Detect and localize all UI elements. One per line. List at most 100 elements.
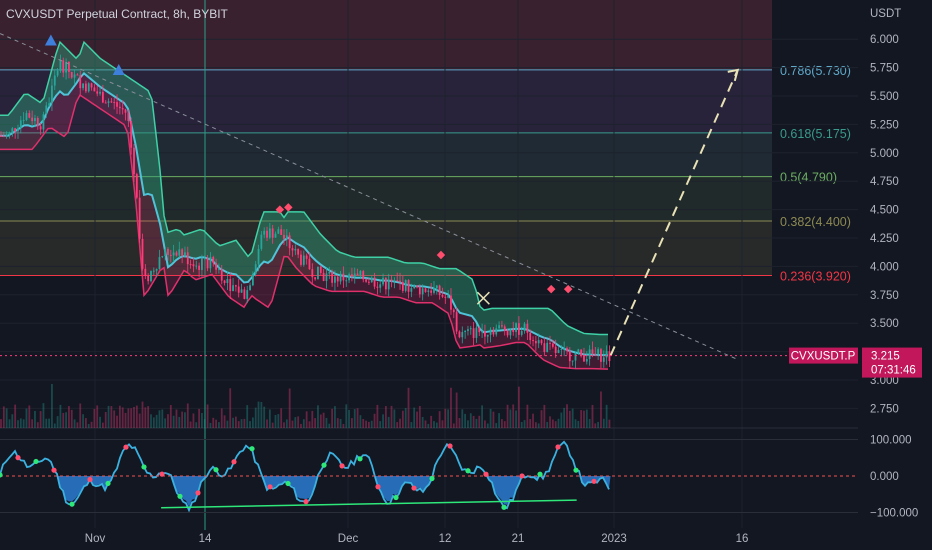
candle-body: [150, 271, 152, 282]
candle-body: [365, 279, 367, 282]
time-tick-label: 12: [439, 533, 452, 545]
candle-body: [127, 112, 130, 121]
candle-body: [8, 132, 11, 135]
candle-body: [121, 108, 124, 110]
candle-body: [246, 290, 249, 299]
volume-bar: [368, 421, 370, 428]
candle-body: [172, 252, 175, 256]
oscillator-dot: [303, 499, 309, 505]
volume-bar: [486, 423, 489, 428]
candle-body: [356, 273, 359, 276]
volume-bar: [492, 411, 495, 428]
volume-bar: [209, 422, 212, 428]
volume-bar: [53, 423, 56, 428]
volume-bar: [79, 403, 82, 428]
candle-body: [266, 230, 268, 238]
volume-bar: [87, 423, 90, 428]
candle-body: [167, 248, 169, 255]
candle-body: [232, 285, 234, 292]
candle-body: [76, 74, 79, 76]
volume-bar: [532, 413, 534, 428]
candle-body: [376, 286, 379, 288]
volume-bar: [498, 413, 500, 428]
candle-body: [438, 285, 441, 296]
volume-bar: [551, 419, 554, 428]
price-tick-label: 4.500: [870, 205, 899, 217]
volume-bar: [384, 406, 387, 428]
candle-body: [19, 120, 22, 129]
volume-bar: [201, 413, 203, 428]
volume-bar: [104, 411, 107, 428]
volume-bar: [141, 401, 144, 428]
candle-body: [42, 114, 45, 130]
oscillator-dot: [483, 471, 489, 477]
volume-bar: [308, 421, 311, 428]
candle-body: [48, 103, 51, 106]
volume-bar: [401, 410, 404, 428]
volume-bar: [118, 405, 121, 428]
candle-body: [577, 349, 580, 354]
candle-body: [212, 256, 215, 263]
candle-body: [99, 91, 101, 94]
volume-bar: [22, 419, 25, 428]
volume-bar: [271, 422, 274, 428]
candle-body: [164, 248, 167, 257]
candle-body: [540, 340, 543, 344]
volume-bar: [353, 409, 356, 428]
candle-body: [384, 277, 387, 290]
volume-bar: [549, 416, 551, 428]
volume-bar: [14, 404, 17, 428]
candle-body: [294, 249, 297, 251]
candle-body: [342, 273, 345, 281]
candle-body: [189, 264, 192, 266]
volume-bar: [540, 410, 543, 428]
volume-bar: [130, 408, 133, 428]
candle-body: [45, 105, 48, 115]
volume-bar: [169, 405, 172, 428]
candle-body: [334, 276, 336, 283]
volume-bar: [583, 410, 585, 428]
volume-bar: [441, 420, 444, 428]
volume-bar: [435, 422, 438, 428]
volume-bar: [334, 406, 336, 428]
volume-bar: [574, 419, 577, 428]
candle-body: [0, 135, 2, 137]
oscillator-dot: [465, 468, 471, 474]
candle-body: [551, 343, 554, 347]
candle-body: [529, 332, 532, 341]
oscillator-dot: [519, 473, 525, 479]
volume-bar: [390, 405, 393, 428]
volume-bar: [19, 418, 22, 428]
candle-body: [90, 83, 93, 88]
volume-bar: [529, 419, 532, 428]
candle-body: [198, 265, 200, 270]
oscillator-dot: [591, 478, 597, 484]
volume-bar: [260, 401, 263, 428]
volume-bar: [305, 411, 308, 428]
candle-body: [390, 279, 393, 282]
volume-bar: [331, 408, 334, 428]
candle-body: [373, 277, 376, 287]
volume-bar: [475, 418, 478, 428]
volume-bar: [362, 418, 365, 428]
volume-bar: [51, 383, 53, 428]
volume-bar: [82, 414, 84, 428]
volume-bar: [455, 392, 458, 428]
candle-body: [393, 280, 396, 282]
volume-bar: [144, 407, 147, 428]
volume-bar: [254, 407, 257, 428]
price-tick-label: 4.750: [870, 176, 899, 188]
candle-body: [234, 285, 237, 287]
volume-bar: [240, 419, 243, 428]
volume-bar: [243, 418, 246, 428]
last-price-text: 3.215: [871, 351, 900, 363]
volume-bar: [557, 418, 560, 428]
volume-bar: [234, 416, 237, 428]
candle-body: [359, 271, 362, 276]
volume-bar: [339, 419, 342, 428]
candle-body: [161, 256, 164, 258]
candle-body: [452, 309, 455, 313]
volume-bar: [152, 417, 155, 428]
oscillator-dot: [159, 471, 165, 477]
volume-bar: [356, 408, 359, 428]
